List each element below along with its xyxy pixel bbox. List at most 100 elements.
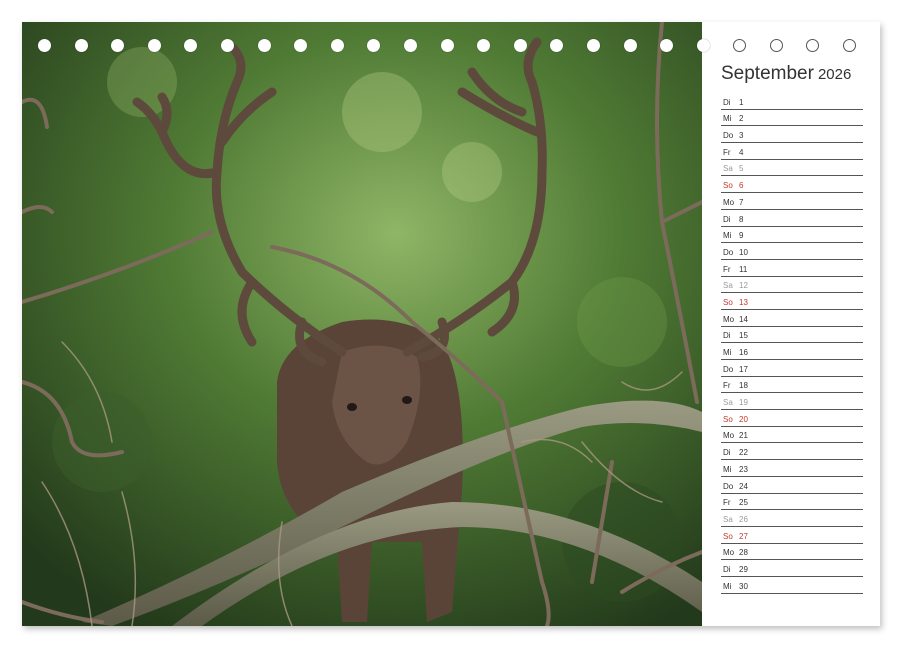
day-number: 2	[739, 114, 744, 124]
spiral-binding-ring-icon	[440, 39, 454, 52]
spiral-binding-ring-icon	[806, 39, 820, 52]
spiral-binding-ring-icon	[111, 39, 125, 52]
day-row: Mi 9	[721, 227, 863, 244]
day-of-week: Fr	[723, 147, 731, 157]
day-row: Mi 23	[721, 460, 863, 477]
spiral-binding-ring-icon	[843, 39, 857, 52]
day-of-week: Di	[723, 564, 731, 574]
day-of-week: Mi	[723, 581, 732, 591]
day-row: Mo 14	[721, 310, 863, 327]
day-of-week: Mo	[723, 197, 735, 207]
spiral-binding-ring-icon	[403, 39, 417, 52]
day-of-week: So	[723, 181, 733, 191]
spiral-binding-ring-icon	[769, 39, 783, 52]
spiral-binding-ring-icon	[330, 39, 344, 52]
day-number: 20	[739, 414, 748, 424]
day-number: 4	[739, 147, 744, 157]
day-number: 24	[739, 481, 748, 491]
day-of-week: Do	[723, 247, 734, 257]
spiral-binding-ring-icon	[477, 39, 491, 52]
day-row: Do 10	[721, 243, 863, 260]
day-row: Mi 2	[721, 110, 863, 127]
day-of-week: So	[723, 531, 733, 541]
day-of-week: Do	[723, 131, 734, 141]
day-row: Mo 28	[721, 544, 863, 561]
day-number: 9	[739, 231, 744, 241]
spiral-binding-ring-icon	[733, 39, 747, 52]
day-number: 30	[739, 581, 748, 591]
day-row: Sa 26	[721, 510, 863, 527]
spiral-binding-ring-icon	[513, 39, 527, 52]
day-of-week: Mi	[723, 114, 732, 124]
day-of-week: Di	[723, 448, 731, 458]
day-of-week: Sa	[723, 164, 733, 174]
day-of-week: Fr	[723, 498, 731, 508]
day-number: 14	[739, 314, 748, 324]
day-number: 22	[739, 448, 748, 458]
day-number: 23	[739, 464, 748, 474]
red-deer-stag-photo	[22, 22, 702, 626]
spiral-binding-ring-icon	[220, 39, 234, 52]
day-row: Fr 25	[721, 494, 863, 511]
day-number: 17	[739, 364, 748, 374]
day-row: So 6	[721, 176, 863, 194]
spiral-binding-ring-icon	[623, 39, 637, 52]
day-of-week: Do	[723, 364, 734, 374]
day-row: Fr 11	[721, 260, 863, 277]
spiral-binding-ring-icon	[74, 39, 88, 52]
day-number: 26	[739, 514, 748, 524]
forest-scene-image	[22, 22, 702, 626]
day-row: Sa 5	[721, 160, 863, 177]
day-number: 5	[739, 164, 744, 174]
day-of-week: Mo	[723, 431, 735, 441]
day-row: Do 24	[721, 477, 863, 494]
day-of-week: Di	[723, 214, 731, 224]
day-list: Di 1 Mi 2 Do 3 Fr 4 Sa 5 So 6 Mo 7 Di 8 Mi 9 Do 10 Fr 11 Sa 12 S…	[721, 93, 863, 594]
month-name: September	[721, 63, 814, 84]
spiral-binding-ring-icon	[294, 39, 308, 52]
day-number: 27	[739, 531, 748, 541]
day-row: Do 17	[721, 360, 863, 377]
day-of-week: Sa	[723, 398, 733, 408]
day-number: 13	[739, 297, 748, 307]
day-of-week: Mi	[723, 231, 732, 241]
spiral-binding-ring-icon	[147, 39, 161, 52]
day-number: 18	[739, 381, 748, 391]
day-of-week: Di	[723, 331, 731, 341]
day-number: 7	[739, 197, 744, 207]
spiral-binding-ring-icon	[696, 39, 710, 52]
spiral-binding-ring-icon	[38, 39, 51, 52]
spiral-binding-ring-icon	[367, 39, 381, 52]
day-of-week: Mi	[723, 348, 732, 357]
day-row: Sa 12	[721, 277, 863, 294]
spiral-binding-ring-icon	[550, 39, 564, 52]
day-row: Mi 30	[721, 577, 863, 594]
day-number: 8	[739, 214, 744, 224]
day-of-week: Mo	[723, 548, 735, 558]
day-number: 6	[739, 181, 744, 191]
day-row: Fr 4	[721, 143, 863, 160]
day-number: 10	[739, 247, 748, 257]
spiral-binding	[38, 39, 880, 55]
day-of-week: So	[723, 297, 733, 307]
spiral-binding-ring-icon	[184, 39, 198, 52]
day-number: 21	[739, 431, 748, 441]
day-number: 19	[739, 398, 748, 408]
day-number: 11	[739, 264, 748, 274]
day-of-week: Fr	[723, 264, 731, 274]
day-number: 29	[739, 564, 748, 574]
day-number: 1	[739, 97, 744, 107]
day-number: 15	[739, 331, 748, 341]
day-of-week: So	[723, 414, 733, 424]
month-calendar: September 2026 Di 1 Mi 2 Do 3 Fr 4 Sa 5 So 6 Mo 7 Di 8 Mi…	[702, 22, 880, 626]
day-row: Mi 16	[721, 343, 863, 360]
day-of-week: Sa	[723, 514, 733, 524]
spiral-binding-ring-icon	[660, 39, 674, 52]
day-number: 25	[739, 498, 748, 508]
day-row: Di 1	[721, 93, 863, 110]
day-of-week: Mi	[723, 464, 732, 474]
spiral-binding-ring-icon	[257, 39, 271, 52]
day-row: Fr 18	[721, 377, 863, 394]
day-number: 12	[739, 281, 748, 291]
day-row: So 13	[721, 293, 863, 310]
